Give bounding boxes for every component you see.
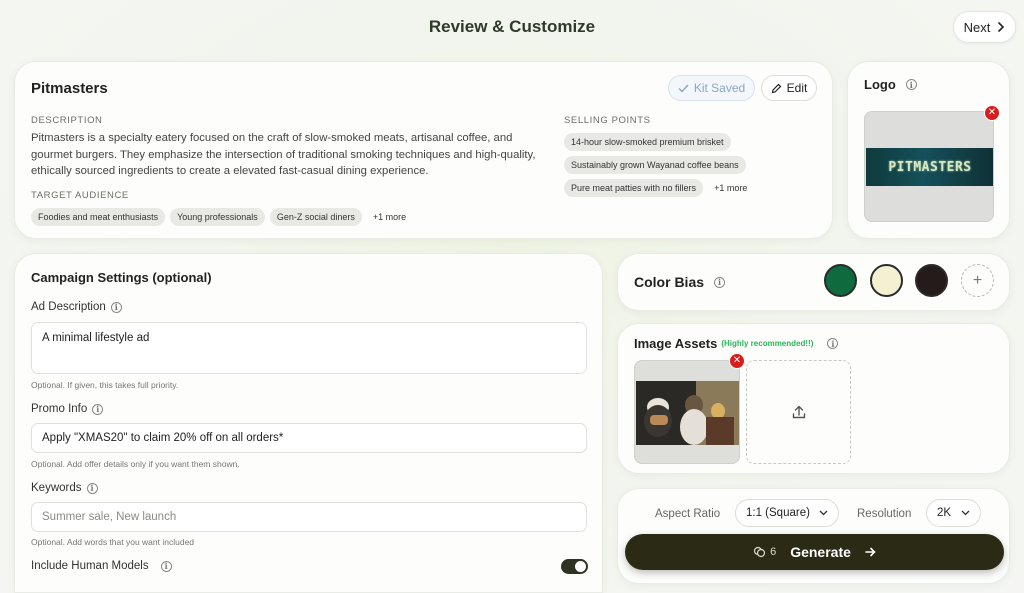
- audience-pill: Young professionals: [170, 208, 265, 226]
- campaign-title: Campaign Settings (optional): [31, 270, 212, 285]
- asset-photo: [636, 381, 739, 445]
- promo-info-label: Promo Info: [31, 403, 88, 415]
- arrow-right-icon: [865, 547, 876, 557]
- credits-indicator: 6: [753, 546, 776, 558]
- aspect-ratio-label: Aspect Ratio: [655, 508, 721, 520]
- info-icon[interactable]: i: [110, 301, 122, 313]
- pencil-icon: [771, 83, 782, 93]
- keywords-input[interactable]: Summer sale, New launch: [31, 502, 587, 532]
- kit-saved-button[interactable]: Kit Saved: [668, 75, 755, 101]
- audience-list: Foodies and meat enthusiasts Young profe…: [31, 208, 406, 226]
- image-assets-title: Image Assets: [634, 336, 718, 351]
- image-assets-note: (Highly recommended!!): [721, 339, 814, 348]
- audience-pill: Foodies and meat enthusiasts: [31, 208, 166, 226]
- photo-illustration: [636, 381, 739, 445]
- upload-icon: [792, 405, 805, 419]
- human-models-label-row: Include Human Models i: [31, 560, 172, 572]
- resolution-value: 2K: [937, 507, 952, 519]
- info-icon[interactable]: i: [86, 482, 98, 494]
- color-bias-card: Color Bias i +: [617, 253, 1010, 311]
- keywords-label-row: Keywords i: [31, 482, 98, 494]
- upload-asset-button[interactable]: [746, 360, 851, 464]
- image-assets-card: Image Assets (Highly recommended!!) i ✕: [617, 323, 1010, 474]
- selling-point-pill: Pure meat patties with no fillers: [564, 179, 704, 197]
- ad-description-label: Ad Description: [31, 301, 106, 313]
- info-icon[interactable]: i: [92, 403, 104, 415]
- info-icon[interactable]: i: [905, 79, 917, 90]
- selling-point-pill: Sustainably grown Wayanad coffee beans: [564, 156, 746, 174]
- resolution-label: Resolution: [857, 508, 912, 520]
- color-bias-title: Color Bias: [634, 274, 705, 290]
- selling-points-more-link[interactable]: +1 more: [708, 183, 747, 193]
- brand-description: Pitmasters is a specialty eatery focused…: [31, 132, 536, 177]
- info-icon[interactable]: i: [160, 560, 172, 572]
- next-button-label: Next: [963, 19, 991, 35]
- chevron-down-icon: [819, 510, 828, 516]
- promo-info-input[interactable]: Apply "XMAS20" to claim 20% off on all o…: [31, 423, 587, 453]
- chevron-right-icon: [998, 22, 1005, 32]
- keywords-hint: Optional. Add words that you want includ…: [31, 537, 195, 547]
- audience-more-link[interactable]: +1 more: [367, 212, 406, 222]
- image-asset-thumbnail[interactable]: [634, 360, 740, 464]
- remove-logo-icon[interactable]: ✕: [984, 105, 1000, 121]
- kit-saved-label: Kit Saved: [693, 81, 746, 95]
- aspect-ratio-value: 1:1 (Square): [746, 507, 810, 519]
- promo-info-label-row: Promo Info i: [31, 403, 104, 415]
- check-icon: [678, 84, 689, 93]
- audience-heading: TARGET AUDIENCE: [31, 190, 129, 201]
- selling-point-row: Pure meat patties with no fillers +1 mor…: [564, 179, 747, 197]
- selling-points-heading: SELLING POINTS: [564, 115, 651, 126]
- logo-wordmark: PITMASTERS: [888, 159, 972, 175]
- audience-pill: Gen-Z social diners: [269, 208, 362, 226]
- info-icon[interactable]: i: [714, 276, 726, 288]
- color-swatch-cream[interactable]: [870, 264, 903, 297]
- edit-button[interactable]: Edit: [761, 75, 817, 101]
- coins-icon: [753, 546, 766, 558]
- next-button[interactable]: Next: [953, 11, 1016, 43]
- selling-point-pill: 14-hour slow-smoked premium brisket: [564, 133, 731, 151]
- promo-info-hint: Optional. Add offer details only if you …: [31, 459, 240, 469]
- info-icon[interactable]: i: [827, 338, 839, 349]
- logo-preview: PITMASTERS: [864, 111, 994, 222]
- aspect-ratio-select[interactable]: 1:1 (Square): [735, 499, 839, 527]
- selling-point-row: Sustainably grown Wayanad coffee beans: [564, 156, 746, 174]
- color-swatch-green[interactable]: [824, 264, 857, 297]
- logo-title: Logo: [864, 77, 896, 92]
- brand-name: Pitmasters: [31, 80, 108, 97]
- logo-card: Logo i PITMASTERS ✕: [847, 61, 1010, 239]
- credits-count: 6: [770, 546, 777, 558]
- edit-label: Edit: [786, 81, 808, 95]
- selling-point-row: 14-hour slow-smoked premium brisket: [564, 133, 731, 151]
- keywords-label: Keywords: [31, 482, 82, 494]
- campaign-settings-card: Campaign Settings (optional) Ad Descript…: [14, 253, 603, 593]
- color-swatch-dark-brown[interactable]: [915, 264, 948, 297]
- human-models-toggle[interactable]: [561, 559, 588, 574]
- description-heading: DESCRIPTION: [31, 115, 103, 126]
- add-color-button[interactable]: +: [961, 264, 994, 297]
- generate-button[interactable]: 6 Generate: [625, 534, 1004, 570]
- brand-kit-card: Pitmasters Kit Saved Edit DESCRIPTION Pi…: [14, 61, 833, 239]
- generate-label: Generate: [790, 544, 851, 560]
- page-title: Review & Customize: [428, 17, 596, 36]
- ad-description-hint: Optional. If given, this takes full prio…: [31, 380, 179, 390]
- remove-asset-icon[interactable]: ✕: [729, 353, 745, 369]
- human-models-label: Include Human Models: [31, 560, 149, 572]
- chevron-down-icon: [961, 510, 970, 516]
- ad-description-textarea[interactable]: A minimal lifestyle ad: [31, 322, 587, 374]
- resolution-select[interactable]: 2K: [926, 499, 981, 527]
- ad-description-label-row: Ad Description i: [31, 301, 122, 313]
- generation-card: Aspect Ratio 1:1 (Square) Resolution 2K …: [617, 488, 1010, 584]
- logo-image: PITMASTERS: [866, 148, 993, 186]
